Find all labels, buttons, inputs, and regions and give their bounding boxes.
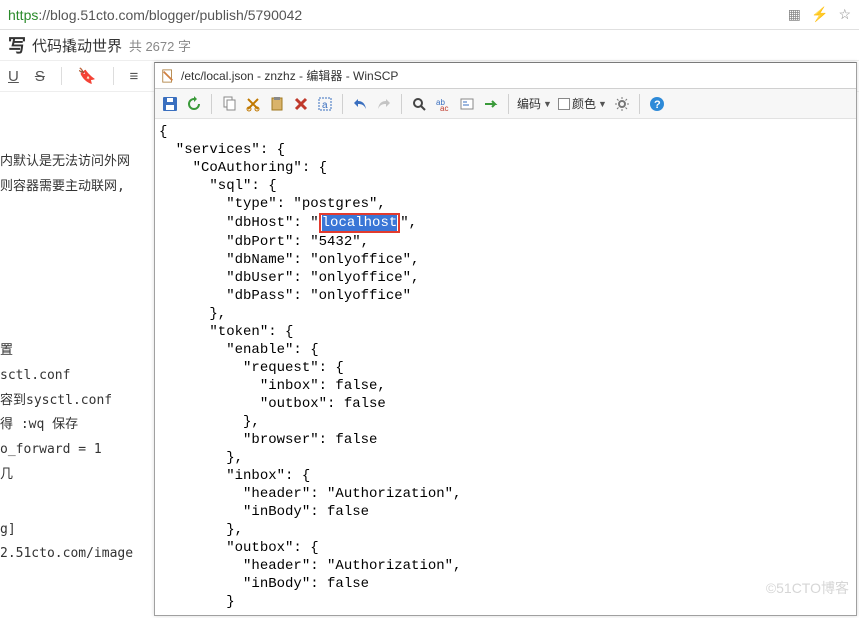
code-line: "dbPort": "5432", (159, 234, 369, 250)
url-text: https://blog.51cto.com/blogger/publish/5… (8, 7, 302, 23)
code-line: }, (159, 306, 226, 322)
highlighted-box: localhost (319, 213, 401, 233)
bolt-icon[interactable]: ⚡ (811, 6, 828, 23)
toolbar-separator (639, 94, 640, 114)
toolbar-divider (113, 67, 114, 85)
caret-down-icon: ▼ (543, 99, 552, 109)
article-line: 容到sysctl.conf (0, 389, 155, 414)
cut-icon[interactable] (242, 93, 264, 115)
article-line: 置 (0, 339, 155, 364)
goto-icon[interactable] (456, 93, 478, 115)
help-icon[interactable]: ? (646, 93, 668, 115)
editor-text-area[interactable]: { "services": { "CoAuthoring": { "sql": … (155, 119, 856, 615)
url-rest: ://blog.51cto.com/blogger/publish/579004… (38, 7, 302, 23)
background-article-sliver: 内默认是无法访问外网 则容器需要主动联网, 置 sctl.conf 容到sysc… (0, 150, 155, 567)
code-line: "inbox": { (159, 468, 310, 484)
header-slogan: 代码撬动世界 (32, 35, 122, 56)
logo-glyph: 写 (8, 32, 26, 58)
code-line: "outbox": { (159, 540, 319, 556)
encoding-label: 编码 (517, 95, 541, 112)
code-line: "sql": { (159, 178, 277, 194)
code-line: "browser": false (159, 432, 377, 448)
paste-icon[interactable] (266, 93, 288, 115)
window-titlebar[interactable]: /etc/local.json - znzhz - 编辑器 - WinSCP (155, 63, 856, 89)
svg-text:ac: ac (440, 104, 448, 112)
toolbar-separator (508, 94, 509, 114)
code-line: "inBody": false (159, 576, 369, 592)
code-line: "services": { (159, 142, 285, 158)
code-line: "type": "postgres", (159, 196, 386, 212)
code-line-part: "dbHost": " (159, 215, 319, 231)
code-line: "dbName": "onlyoffice", (159, 252, 419, 268)
article-line: 则容器需要主动联网, (0, 175, 155, 200)
article-line: 内默认是无法访问外网 (0, 150, 155, 175)
word-count: 共 2672 字 (129, 36, 191, 55)
article-line: sctl.conf (0, 364, 155, 389)
code-line: "inbox": false, (159, 378, 386, 394)
qr-icon[interactable]: ▦ (788, 6, 801, 23)
toolbar-divider (61, 67, 62, 85)
code-line: "request": { (159, 360, 344, 376)
code-line: { (159, 124, 167, 140)
article-line: 得 :wq 保存 (0, 413, 155, 438)
strikethrough-button[interactable]: S (35, 68, 45, 85)
edit-file-icon (161, 69, 175, 83)
replace-icon[interactable]: abac (432, 93, 454, 115)
reload-icon[interactable] (183, 93, 205, 115)
code-line: "dbUser": "onlyoffice", (159, 270, 419, 286)
code-line: }, (159, 414, 260, 430)
code-line: "dbPass": "onlyoffice" (159, 288, 411, 304)
article-line: g] (0, 518, 155, 543)
window-title: /etc/local.json - znzhz - 编辑器 - WinSCP (181, 67, 398, 84)
winscp-editor-window: /etc/local.json - znzhz - 编辑器 - WinSCP a… (154, 62, 857, 616)
editor-toolbar: a abac 编码▼ 颜色▼ ? (155, 89, 856, 119)
list-icon[interactable]: ≡ (130, 68, 139, 85)
code-line: "token": { (159, 324, 293, 340)
star-icon[interactable]: ☆ (838, 6, 851, 23)
caret-down-icon: ▼ (598, 99, 607, 109)
code-line: "enable": { (159, 342, 319, 358)
code-line: "header": "Authorization", (159, 558, 461, 574)
select-all-icon[interactable]: a (314, 93, 336, 115)
delete-icon[interactable] (290, 93, 312, 115)
selected-text: localhost (322, 215, 398, 231)
code-line: "CoAuthoring": { (159, 160, 327, 176)
toolbar-separator (401, 94, 402, 114)
find-icon[interactable] (408, 93, 430, 115)
undo-icon[interactable] (349, 93, 371, 115)
toolbar-separator (342, 94, 343, 114)
code-line: "inBody": false (159, 504, 369, 520)
browser-url-bar: https://blog.51cto.com/blogger/publish/5… (0, 0, 859, 30)
code-line: }, (159, 522, 243, 538)
underline-button[interactable]: U (8, 68, 19, 85)
code-line: "header": "Authorization", (159, 486, 461, 502)
url-scheme: https (8, 7, 38, 23)
page-header: 写 代码撬动世界 共 2672 字 (0, 30, 859, 60)
goto-line-icon[interactable] (480, 93, 502, 115)
color-toggle[interactable]: 颜色▼ (556, 95, 609, 112)
browser-actions: ▦ ⚡ ☆ (788, 6, 851, 23)
code-line: }, (159, 450, 243, 466)
toolbar-separator (211, 94, 212, 114)
color-checkbox[interactable] (558, 98, 570, 110)
redo-icon[interactable] (373, 93, 395, 115)
article-line: 几 (0, 463, 155, 488)
article-line: o_forward = 1 (0, 438, 155, 463)
code-line: } (159, 594, 235, 610)
code-line-part: ", (400, 215, 417, 231)
save-icon[interactable] (159, 93, 181, 115)
encoding-dropdown[interactable]: 编码▼ (515, 95, 554, 112)
article-line: 2.51cto.com/image (0, 542, 155, 567)
svg-text:?: ? (654, 99, 661, 111)
svg-text:a: a (322, 100, 328, 111)
copy-icon[interactable] (218, 93, 240, 115)
settings-icon[interactable] (611, 93, 633, 115)
bookmark-icon[interactable]: 🔖 (78, 67, 97, 85)
code-line: "outbox": false (159, 396, 386, 412)
color-label: 颜色 (572, 95, 596, 112)
